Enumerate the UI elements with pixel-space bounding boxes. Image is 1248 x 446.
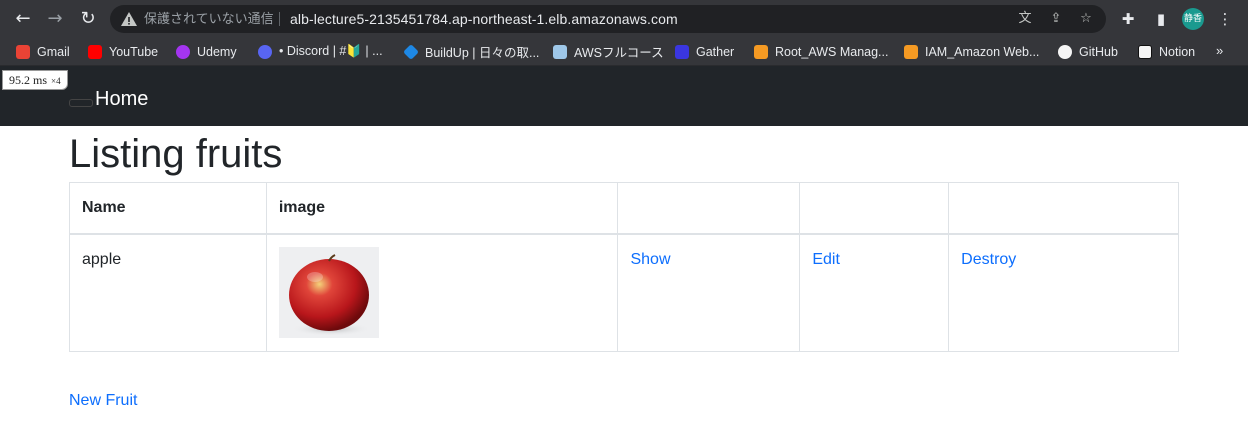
navbar-toggler[interactable] bbox=[69, 99, 93, 107]
home-link[interactable]: Home bbox=[95, 87, 148, 111]
perf-overlay: 95.2 ms ×4 bbox=[2, 70, 68, 90]
aws-cube-icon bbox=[904, 44, 918, 59]
translate-icon[interactable]: 文 bbox=[1016, 10, 1034, 28]
url-text[interactable]: alb-lecture5-2135451784.ap-northeast-1.e… bbox=[290, 10, 678, 28]
forward-arrow-icon[interactable]: → bbox=[43, 7, 67, 31]
column-header-blank bbox=[799, 182, 950, 235]
browser-toolbar: ← → ↻ 保護されていない通信 alb-lecture5-2135451784… bbox=[0, 0, 1248, 37]
reload-icon[interactable]: ↻ bbox=[76, 7, 100, 31]
gather-icon bbox=[675, 44, 689, 59]
table-header-row: Name image bbox=[69, 182, 1179, 235]
bookmark-discord[interactable]: • Discord | #🔰 | ... bbox=[258, 43, 383, 60]
bookmark-udemy[interactable]: Udemy bbox=[176, 43, 237, 60]
extensions-puzzle-icon[interactable]: ✚ bbox=[1117, 8, 1139, 30]
aws-cube-icon bbox=[754, 44, 768, 59]
warning-icon[interactable] bbox=[120, 10, 138, 28]
navbar: Home bbox=[0, 66, 1248, 126]
perf-value: 95.2 ms bbox=[9, 73, 48, 87]
bookmark-notion[interactable]: Notion bbox=[1138, 43, 1195, 60]
apple-image bbox=[278, 247, 379, 338]
bookmark-root-aws[interactable]: Root_AWS Manag... bbox=[754, 43, 888, 60]
side-panel-icon[interactable]: ▮ bbox=[1150, 8, 1172, 30]
edit-cell: Edit bbox=[799, 233, 950, 352]
fruits-table: Name image apple Show Edit Destroy bbox=[69, 182, 1179, 352]
show-link[interactable]: Show bbox=[630, 251, 670, 268]
security-label[interactable]: 保護されていない通信 bbox=[144, 11, 274, 27]
gmail-icon bbox=[16, 44, 30, 59]
youtube-icon bbox=[88, 44, 102, 59]
address-bar[interactable]: 保護されていない通信 alb-lecture5-2135451784.ap-no… bbox=[110, 5, 1106, 33]
new-fruit-link[interactable]: New Fruit bbox=[69, 392, 137, 410]
destroy-cell: Destroy bbox=[948, 233, 1179, 352]
discord-icon bbox=[258, 44, 272, 59]
perf-multiplier: ×4 bbox=[51, 76, 61, 86]
notion-icon bbox=[1138, 44, 1152, 59]
more-bookmarks-icon[interactable]: » bbox=[1216, 43, 1223, 58]
table-row: apple Show Edit Destroy bbox=[69, 233, 1179, 352]
udemy-icon bbox=[176, 44, 190, 59]
column-header-blank bbox=[617, 182, 801, 235]
bookmark-gmail[interactable]: Gmail bbox=[16, 43, 70, 60]
back-arrow-icon[interactable]: ← bbox=[11, 7, 35, 31]
bookmark-aws-course[interactable]: AWSフルコース bbox=[553, 43, 664, 60]
edit-link[interactable]: Edit bbox=[812, 251, 840, 268]
bookmark-github[interactable]: GitHub bbox=[1058, 43, 1118, 60]
bookmark-buildup[interactable]: BuildUp | 日々の取... bbox=[403, 43, 539, 60]
bookmark-youtube[interactable]: YouTube bbox=[88, 43, 158, 60]
bookmark-gather[interactable]: Gather bbox=[675, 43, 734, 60]
bookmarks-bar: Gmail YouTube Udemy • Discord | #🔰 | ...… bbox=[0, 37, 1248, 66]
column-header-name: Name bbox=[69, 182, 267, 235]
fruit-name: apple bbox=[69, 233, 267, 352]
menu-kebab-icon[interactable]: ⋮ bbox=[1214, 8, 1236, 30]
github-icon bbox=[1058, 44, 1072, 59]
bookmark-star-icon[interactable]: ☆ bbox=[1077, 10, 1095, 28]
aws-course-icon bbox=[553, 44, 567, 59]
show-cell: Show bbox=[617, 233, 801, 352]
main-content: Listing fruits Name image apple Show Edi… bbox=[69, 126, 1179, 352]
column-header-blank bbox=[948, 182, 1179, 235]
fruit-image-cell bbox=[265, 233, 619, 352]
avatar[interactable]: 静香 bbox=[1182, 8, 1204, 30]
page-title: Listing fruits bbox=[69, 132, 283, 176]
share-icon[interactable]: ⇪ bbox=[1047, 10, 1065, 28]
url-divider bbox=[279, 12, 280, 26]
column-header-image: image bbox=[265, 182, 619, 235]
destroy-link[interactable]: Destroy bbox=[961, 251, 1016, 268]
bookmark-iam-amazon[interactable]: IAM_Amazon Web... bbox=[904, 43, 1039, 60]
buildup-icon bbox=[403, 43, 419, 60]
